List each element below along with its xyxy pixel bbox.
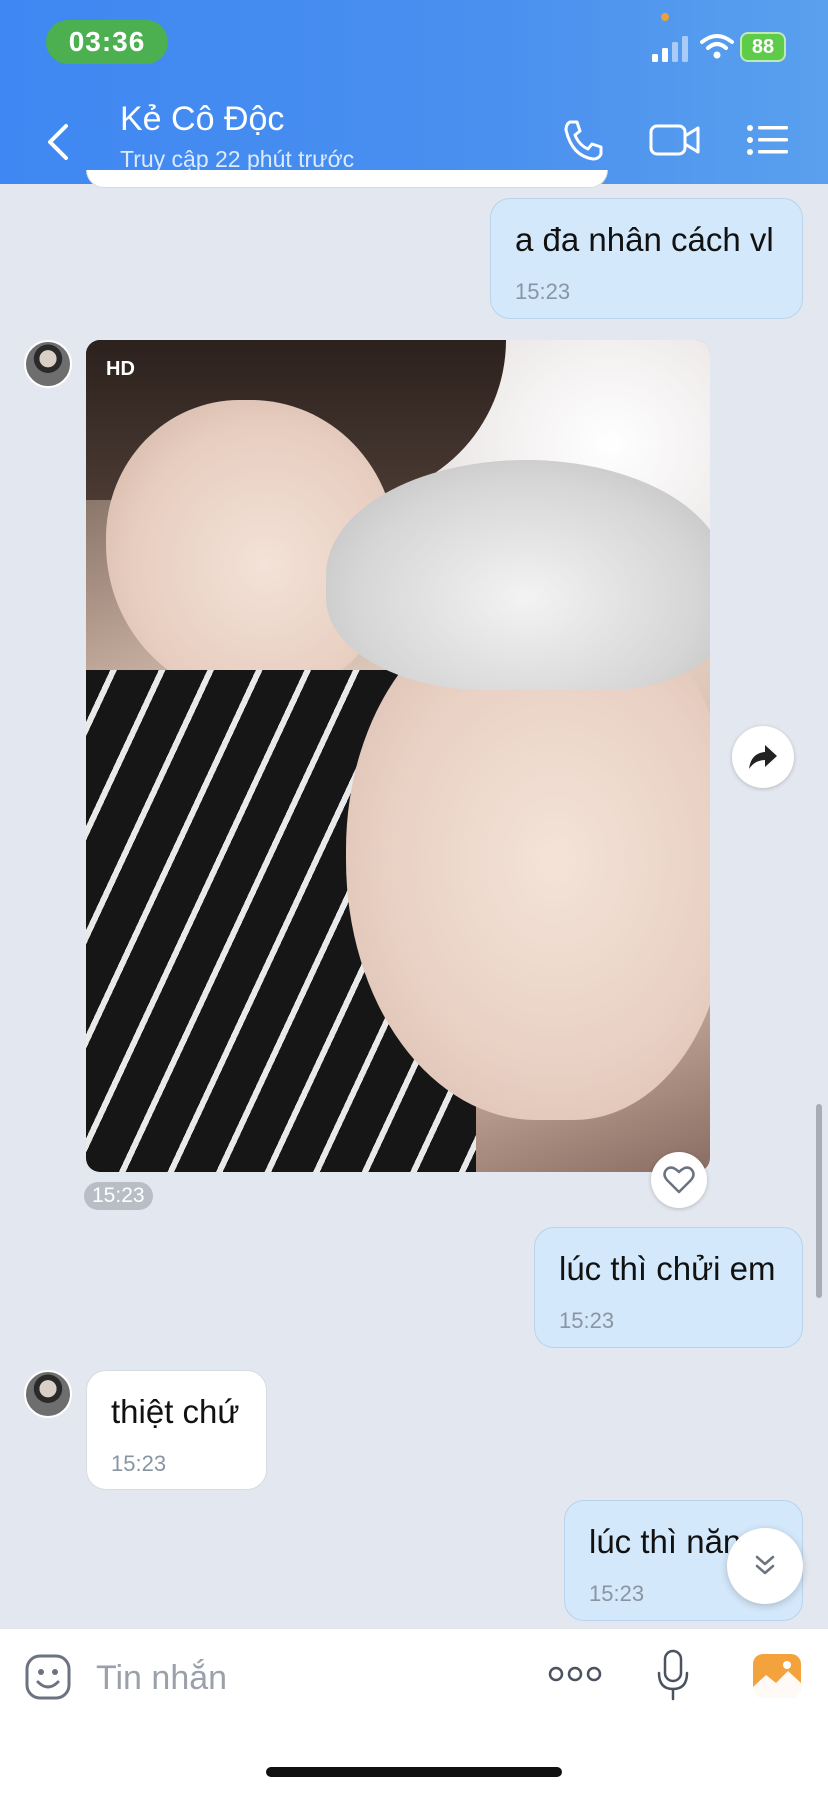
forward-arrow-icon (749, 745, 777, 769)
forward-button[interactable] (732, 726, 794, 788)
message-bubble-received[interactable]: thiệt chứ 15:23 (86, 1370, 267, 1490)
privacy-indicator-dot (661, 13, 669, 21)
scroll-to-bottom-button[interactable] (727, 1528, 803, 1604)
heart-icon (663, 1166, 695, 1194)
list-menu-icon[interactable] (746, 116, 790, 164)
message-composer (0, 1628, 828, 1793)
contact-avatar[interactable] (24, 340, 72, 388)
message-time: 15:23 (559, 1308, 615, 1333)
emoji-icon[interactable] (24, 1653, 72, 1701)
hd-badge: HD (106, 358, 135, 380)
message-text: lúc thì năn (589, 1523, 742, 1560)
cellular-signal-icon (652, 36, 688, 62)
gallery-icon[interactable] (752, 1653, 802, 1699)
image-message[interactable]: HD (86, 340, 710, 1172)
message-text: lúc thì chửi em (559, 1250, 776, 1287)
message-time: 15:23 (589, 1581, 645, 1606)
message-text: a đa nhân cách vl (515, 221, 774, 258)
contact-name[interactable]: Kẻ Cô Độc (120, 100, 284, 139)
scrollbar[interactable] (816, 1104, 822, 1298)
photo-hair-region (326, 460, 710, 690)
previous-message-bubble (86, 170, 608, 188)
double-chevron-down-icon (755, 1555, 775, 1575)
home-indicator (266, 1767, 562, 1777)
wifi-icon (700, 34, 734, 59)
message-time: 15:23 (515, 279, 571, 304)
message-bubble-sent[interactable]: a đa nhân cách vl 15:23 (490, 198, 803, 319)
message-bubble-sent[interactable]: lúc thì chửi em 15:23 (534, 1227, 803, 1348)
back-chevron-icon[interactable] (40, 120, 76, 164)
status-bar-time: 03:36 (46, 20, 168, 64)
message-time: 15:23 (84, 1182, 153, 1210)
chat-header: 03:36 88 Kẻ Cô Độc Truy cập 22 phút trướ… (0, 0, 828, 184)
react-heart-button[interactable] (651, 1152, 707, 1208)
contact-avatar[interactable] (24, 1370, 72, 1418)
microphone-icon[interactable] (656, 1649, 690, 1703)
video-camera-icon[interactable] (648, 116, 702, 164)
more-dots-icon[interactable] (548, 1659, 602, 1689)
phone-icon[interactable] (560, 116, 606, 164)
contact-last-seen: Truy cập 22 phút trước (120, 146, 355, 172)
message-input[interactable] (94, 1651, 518, 1705)
battery-indicator: 88 (740, 32, 786, 62)
message-text: thiệt chứ (111, 1393, 240, 1430)
message-time: 15:23 (111, 1451, 167, 1476)
